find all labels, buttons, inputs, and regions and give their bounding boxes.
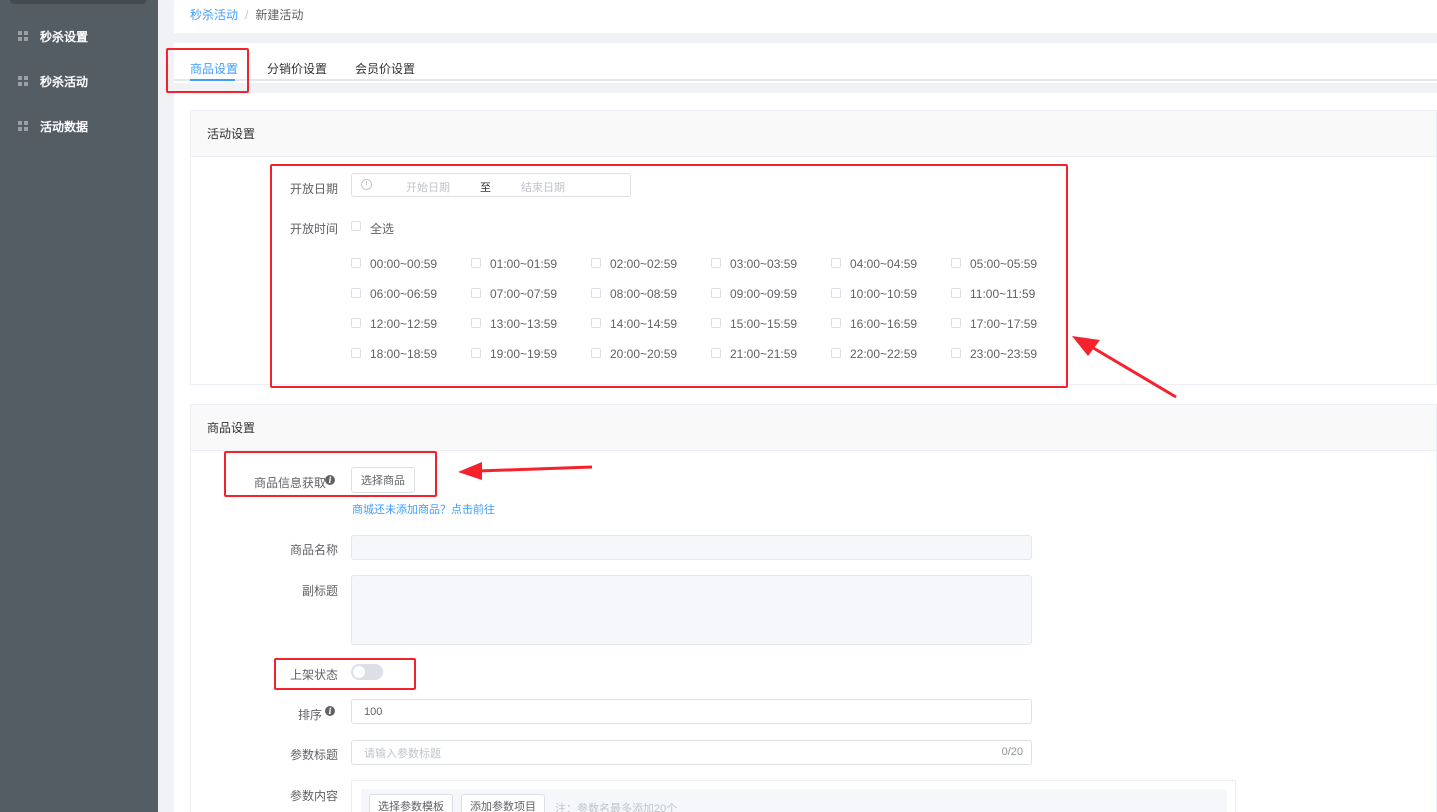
grid-icon [18, 76, 28, 86]
param-title-input[interactable]: 请输入参数标题 0/20 [351, 740, 1032, 765]
param-content-label: 参数内容 [290, 789, 339, 803]
breadcrumb-separator: / [245, 8, 249, 22]
sidebar-item-label: 秒杀活动 [40, 74, 89, 89]
breadcrumb-current: 新建活动 [255, 8, 304, 22]
product-name-input[interactable] [351, 535, 1032, 560]
add-product-link[interactable]: 商城还未添加商品？点击前往 [352, 501, 495, 517]
sidebar-item-label: 秒杀设置 [40, 29, 89, 44]
sidebar: 秒杀设置 秒杀活动 活动数据 [0, 0, 158, 812]
sort-value: 100 [364, 705, 383, 718]
breadcrumb-parent-link[interactable]: 秒杀活动 [190, 8, 238, 22]
param-title-placeholder: 请输入参数标题 [364, 747, 441, 760]
card-header: 商品设置 [191, 405, 1436, 451]
sidebar-item-seckill-activities[interactable]: 秒杀活动 [0, 71, 158, 91]
tab-bar: 商品设置 分销价设置 会员价设置 [174, 43, 1437, 81]
sidebar-item-label: 活动数据 [40, 119, 89, 134]
param-note: 注：参数名最多添加20个 [555, 803, 678, 812]
char-counter: 0/20 [1001, 746, 1023, 758]
info-icon: i [325, 706, 335, 716]
add-param-button[interactable]: 添加参数项目 [461, 794, 545, 812]
sidebar-top-bar [10, 0, 146, 4]
select-template-button[interactable]: 选择参数模板 [369, 794, 453, 812]
subtitle-label: 副标题 [302, 584, 339, 598]
subtitle-textarea[interactable] [351, 575, 1032, 645]
main-content: 秒杀活动 / 新建活动 商品设置 分销价设置 会员价设置 活动设置 商品设置 [174, 0, 1437, 812]
sort-label: 排序 [298, 708, 323, 722]
tab-member-price[interactable]: 会员价设置 [355, 60, 415, 77]
section-divider [174, 83, 1437, 93]
sort-input[interactable]: 100 [351, 699, 1032, 724]
section-divider [174, 33, 1437, 43]
grid-icon [18, 31, 28, 41]
annotation-box-product-info [224, 451, 437, 497]
annotation-box-tab [166, 48, 249, 93]
product-name-label: 商品名称 [290, 543, 339, 557]
tab-distribution-price[interactable]: 分销价设置 [267, 60, 327, 77]
annotation-box-activity [270, 164, 1068, 388]
annotation-box-status [274, 658, 416, 690]
card-header: 活动设置 [191, 111, 1436, 157]
sidebar-item-seckill-settings[interactable]: 秒杀设置 [0, 26, 158, 46]
breadcrumb: 秒杀活动 / 新建活动 [190, 6, 303, 23]
param-title-label: 参数标题 [290, 748, 339, 762]
grid-icon [18, 121, 28, 131]
sidebar-item-activity-data[interactable]: 活动数据 [0, 116, 158, 136]
